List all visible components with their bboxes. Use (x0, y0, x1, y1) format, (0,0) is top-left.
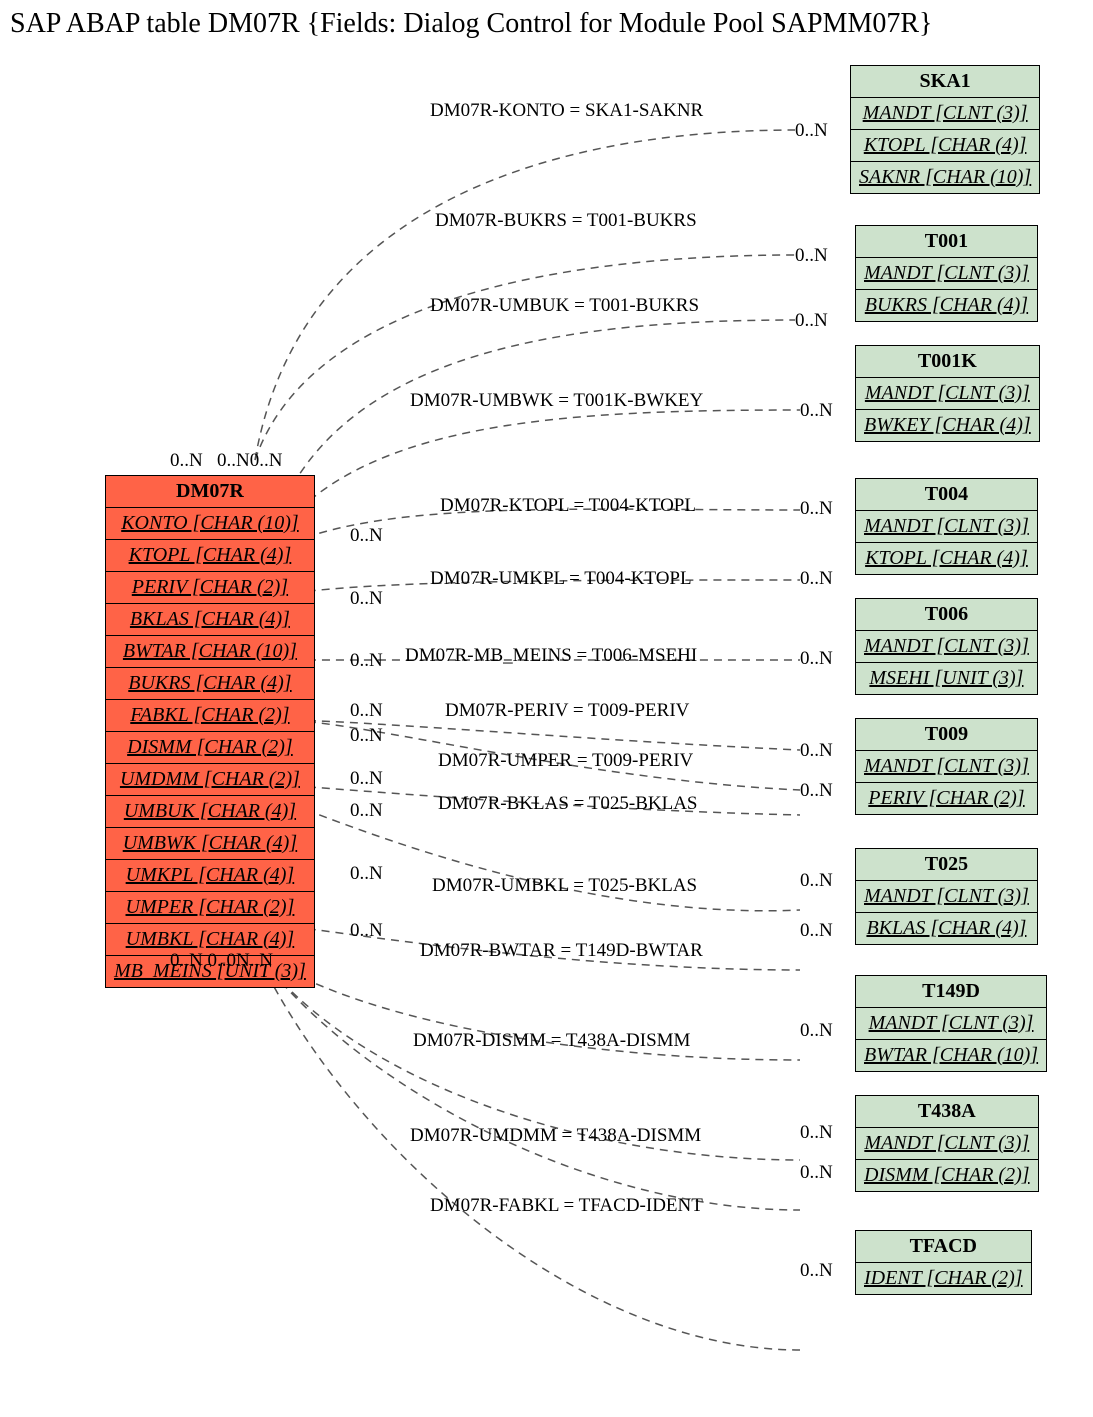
main-field: KTOPL [CHAR (4)] (106, 540, 315, 572)
join-3: DM07R-UMBWK = T001K-BWKEY (410, 390, 703, 412)
rel-field: BKLAS [CHAR (4)] (856, 913, 1038, 945)
main-field: BWTAR [CHAR (10)] (106, 636, 315, 668)
rel-field: MANDT [CLNT (3)] (856, 1008, 1047, 1040)
main-field: UMDMM [CHAR (2)] (106, 764, 315, 796)
join-9: DM07R-BKLAS = T025-BKLAS (438, 793, 698, 815)
card-top-group: 0..N 0..N0..N (170, 450, 282, 472)
card-l8: 0..N (350, 863, 383, 885)
rel-field: MANDT [CLNT (3)] (856, 511, 1038, 543)
card-r2: 0..N (795, 310, 828, 332)
rel-header: T001 (856, 226, 1038, 258)
rel-field: BUKRS [CHAR (4)] (856, 290, 1038, 322)
rel-header: T025 (856, 849, 1038, 881)
join-0: DM07R-KONTO = SKA1-SAKNR (430, 100, 703, 122)
rel-field: KTOPL [CHAR (4)] (856, 543, 1038, 575)
card-r0: 0..N (795, 120, 828, 142)
rel-t006: T006 MANDT [CLNT (3)] MSEHI [UNIT (3)] (855, 598, 1038, 695)
card-l9: 0..N (350, 920, 383, 942)
rel-field: PERIV [CHAR (2)] (856, 783, 1038, 815)
rel-t149d: T149D MANDT [CLNT (3)] BWTAR [CHAR (10)] (855, 975, 1047, 1072)
card-r8: 0..N (800, 780, 833, 802)
card-l1: 0..N (350, 525, 383, 547)
rel-field: MANDT [CLNT (3)] (856, 881, 1038, 913)
card-l3: 0..N (350, 650, 383, 672)
main-field: PERIV [CHAR (2)] (106, 572, 315, 604)
card-l4: 0..N (350, 700, 383, 722)
card-l2: 0..N (350, 588, 383, 610)
join-14: DM07R-FABKL = TFACD-IDENT (430, 1195, 703, 1217)
rel-header: T149D (856, 976, 1047, 1008)
card-r9a: 0..N (800, 870, 833, 892)
card-r3: 0..N (800, 400, 833, 422)
rel-header: T438A (856, 1096, 1039, 1128)
main-field: KONTO [CHAR (10)] (106, 508, 315, 540)
rel-header: TFACD (856, 1231, 1032, 1263)
rel-header: T006 (856, 599, 1038, 631)
main-field: UMPER [CHAR (2)] (106, 892, 315, 924)
join-4: DM07R-KTOPL = T004-KTOPL (440, 495, 696, 517)
join-11: DM07R-BWTAR = T149D-BWTAR (420, 940, 703, 962)
rel-t001: T001 MANDT [CLNT (3)] BUKRS [CHAR (4)] (855, 225, 1038, 322)
rel-field: MANDT [CLNT (3)] (856, 631, 1038, 663)
card-r12: 0..N (800, 1260, 833, 1282)
main-field: UMBUK [CHAR (4)] (106, 796, 315, 828)
rel-field: BWKEY [CHAR (4)] (856, 410, 1040, 442)
rel-field: SAKNR [CHAR (10)] (851, 162, 1040, 194)
join-13: DM07R-UMDMM = T438A-DISMM (410, 1125, 701, 1147)
rel-ska1: SKA1 MANDT [CLNT (3)] KTOPL [CHAR (4)] S… (850, 65, 1040, 194)
rel-t025: T025 MANDT [CLNT (3)] BKLAS [CHAR (4)] (855, 848, 1038, 945)
join-12: DM07R-DISMM = T438A-DISMM (413, 1030, 690, 1052)
rel-t004: T004 MANDT [CLNT (3)] KTOPL [CHAR (4)] (855, 478, 1038, 575)
card-r6: 0..N (800, 648, 833, 670)
join-7: DM07R-PERIV = T009-PERIV (445, 700, 689, 722)
rel-t438a: T438A MANDT [CLNT (3)] DISMM [CHAR (2)] (855, 1095, 1039, 1192)
card-r5: 0..N (800, 568, 833, 590)
card-l7: 0..N (350, 800, 383, 822)
card-r11b: 0..N (800, 1162, 833, 1184)
rel-field: KTOPL [CHAR (4)] (851, 130, 1040, 162)
join-2: DM07R-UMBUK = T001-BUKRS (430, 295, 699, 317)
card-r11: 0..N (800, 1122, 833, 1144)
rel-field: DISMM [CHAR (2)] (856, 1160, 1039, 1192)
rel-tfacd: TFACD IDENT [CHAR (2)] (855, 1230, 1032, 1295)
card-bottom-group: 0..N 0..0N..N (170, 950, 273, 972)
main-field: DISMM [CHAR (2)] (106, 732, 315, 764)
rel-header: SKA1 (851, 66, 1040, 98)
main-table-header: DM07R (106, 476, 315, 508)
join-8: DM07R-UMPER = T009-PERIV (438, 750, 693, 772)
rel-header: T004 (856, 479, 1038, 511)
main-field: FABKL [CHAR (2)] (106, 700, 315, 732)
card-l5: 0..N (350, 725, 383, 747)
main-field: UMKPL [CHAR (4)] (106, 860, 315, 892)
card-r4: 0..N (800, 498, 833, 520)
rel-field: MANDT [CLNT (3)] (856, 751, 1038, 783)
main-table: DM07R KONTO [CHAR (10)] KTOPL [CHAR (4)]… (105, 475, 315, 988)
join-5: DM07R-UMKPL = T004-KTOPL (430, 568, 692, 590)
rel-field: MANDT [CLNT (3)] (856, 1128, 1039, 1160)
rel-t009: T009 MANDT [CLNT (3)] PERIV [CHAR (2)] (855, 718, 1038, 815)
card-l6: 0..N (350, 768, 383, 790)
join-1: DM07R-BUKRS = T001-BUKRS (435, 210, 697, 232)
main-field: BUKRS [CHAR (4)] (106, 668, 315, 700)
main-field: UMBWK [CHAR (4)] (106, 828, 315, 860)
rel-field: MANDT [CLNT (3)] (856, 258, 1038, 290)
card-r1: 0..N (795, 245, 828, 267)
rel-header: T001K (856, 346, 1040, 378)
card-r7: 0..N (800, 740, 833, 762)
rel-field: MSEHI [UNIT (3)] (856, 663, 1038, 695)
card-r9b: 0..N (800, 920, 833, 942)
join-10: DM07R-UMBKL = T025-BKLAS (432, 875, 697, 897)
join-6: DM07R-MB_MEINS = T006-MSEHI (405, 645, 697, 667)
page-title: SAP ABAP table DM07R {Fields: Dialog Con… (10, 8, 932, 40)
rel-field: IDENT [CHAR (2)] (856, 1263, 1032, 1295)
rel-t001k: T001K MANDT [CLNT (3)] BWKEY [CHAR (4)] (855, 345, 1040, 442)
rel-header: T009 (856, 719, 1038, 751)
rel-field: MANDT [CLNT (3)] (856, 378, 1040, 410)
main-field: BKLAS [CHAR (4)] (106, 604, 315, 636)
rel-field: MANDT [CLNT (3)] (851, 98, 1040, 130)
rel-field: BWTAR [CHAR (10)] (856, 1040, 1047, 1072)
card-r10: 0..N (800, 1020, 833, 1042)
